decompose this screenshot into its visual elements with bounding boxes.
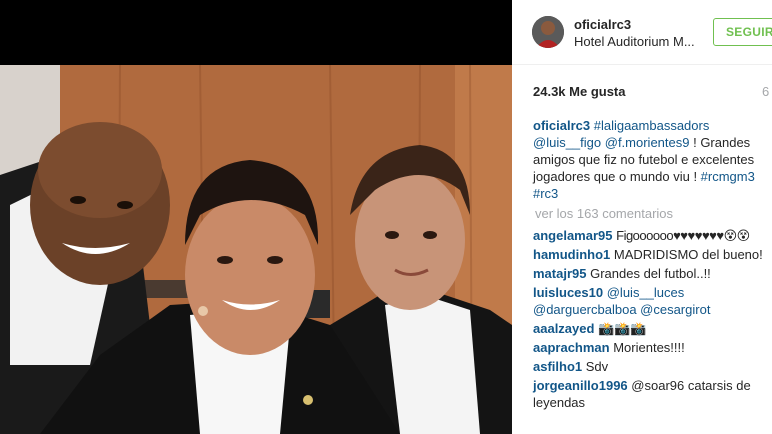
caption-tag[interactable]: #rc3 — [533, 186, 558, 201]
post-header: oficialrc3 Hotel Auditorium M... SEGUIR — [512, 0, 772, 65]
profile-avatar[interactable] — [532, 16, 564, 48]
caption: oficialrc3 #laligaambassadors @luis__fig… — [533, 117, 769, 202]
comment-item: asfilho1 Sdv — [533, 358, 769, 375]
comment-user[interactable]: luisluces10 — [533, 285, 603, 300]
comment-item: jorgeanillo1996 @soar96 catarsis de leye… — [533, 377, 769, 411]
load-more-comments[interactable]: ver los 163 comentarios — [535, 205, 769, 222]
avatar-image — [532, 16, 564, 48]
comment-item: aaprachman Morientes!!!! — [533, 339, 769, 356]
caption-tag[interactable]: #laligaambassadors — [594, 118, 710, 133]
comment-text: 📸📸📸 — [598, 321, 647, 336]
post-photo[interactable] — [0, 65, 512, 434]
caption-user[interactable]: oficialrc3 — [533, 118, 590, 133]
comment-text: MADRIDISMO del bueno! — [613, 247, 763, 262]
comment-item: aaalzayed 📸📸📸 — [533, 320, 769, 337]
likes-count[interactable]: 24.3k Me gusta — [533, 84, 626, 99]
comment-user[interactable]: aaprachman — [533, 340, 610, 355]
comment-user[interactable]: aaalzayed — [533, 321, 594, 336]
location-link[interactable]: Hotel Auditorium M... — [574, 34, 700, 49]
post-media — [0, 0, 512, 434]
comment-text: Morientes!!!! — [613, 340, 685, 355]
comment-text: Sdv — [585, 359, 609, 374]
comment-item: hamudinho1 MADRIDISMO del bueno! — [533, 246, 769, 263]
caption-tag[interactable]: #rcmgm3 — [701, 169, 755, 184]
follow-button[interactable]: SEGUIR — [713, 18, 772, 46]
comment-item: luisluces10 @luis__luces @darguercbalboa… — [533, 284, 769, 318]
comments-list: oficialrc3 #laligaambassadors @luis__fig… — [533, 117, 769, 413]
comment-user[interactable]: jorgeanillo1996 — [533, 378, 628, 393]
caption-mention[interactable]: @f.morientes9 — [605, 135, 690, 150]
post-sidebar: oficialrc3 Hotel Auditorium M... SEGUIR … — [512, 0, 772, 434]
comment-item: matajr95 Grandes del futbol..!! — [533, 265, 769, 282]
comment-text: Grandes del futbol..!! — [590, 266, 711, 281]
comment-user[interactable]: hamudinho1 — [533, 247, 610, 262]
comment-user[interactable]: matajr95 — [533, 266, 586, 281]
post-timestamp: 6 — [762, 84, 770, 99]
caption-mention[interactable]: @luis__figo — [533, 135, 601, 150]
comment-item: angelamar95 Figoooooo♥♥♥♥♥♥♥😵😵 — [533, 227, 769, 244]
username-link[interactable]: oficialrc3 — [574, 17, 631, 32]
comment-user[interactable]: angelamar95 — [533, 228, 613, 243]
comment-user[interactable]: asfilho1 — [533, 359, 582, 374]
comment-text: Figoooooo♥♥♥♥♥♥♥😵😵 — [616, 228, 750, 243]
